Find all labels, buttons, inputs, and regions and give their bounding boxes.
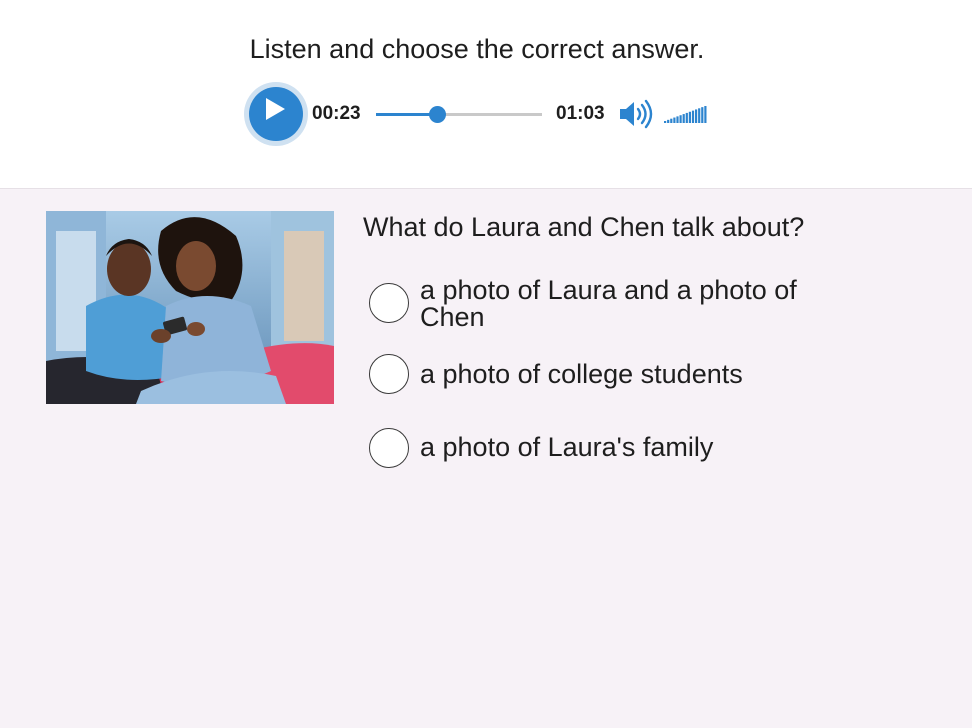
seek-bar[interactable] <box>376 106 542 123</box>
play-button[interactable] <box>244 82 308 146</box>
volume-bar[interactable] <box>688 111 691 123</box>
volume-bar[interactable] <box>685 112 688 123</box>
option-label: a photo of Laura and a photo of Chen <box>420 275 797 332</box>
current-time: 00:23 <box>312 103 361 124</box>
answer-option-2[interactable]: a photo of college students <box>369 353 869 397</box>
duration: 01:03 <box>556 103 605 124</box>
question-text: What do Laura and Chen talk about? <box>363 212 805 242</box>
volume-bar[interactable] <box>698 108 701 123</box>
conversation-photo <box>46 211 334 404</box>
speaker-icon[interactable] <box>618 99 658 129</box>
radio-button[interactable] <box>369 354 409 394</box>
volume-bar[interactable] <box>695 109 698 123</box>
instruction-header: Listen and choose the correct answer. 00… <box>0 0 972 189</box>
seek-bar-progress <box>376 113 438 116</box>
volume-bar[interactable] <box>682 114 685 123</box>
volume-bar[interactable] <box>673 117 676 123</box>
answer-option-1[interactable]: a photo of Laura and a photo of Chen <box>369 277 869 332</box>
radio-button[interactable] <box>369 283 409 323</box>
volume-bar[interactable] <box>704 106 707 123</box>
radio-button[interactable] <box>369 428 409 468</box>
audio-player: 00:23 01:03 <box>244 82 724 146</box>
volume-bar[interactable] <box>664 121 667 123</box>
option-label: a photo of college students <box>420 359 743 389</box>
play-icon <box>266 98 285 120</box>
volume-bar[interactable] <box>691 110 695 123</box>
volume-bar[interactable] <box>679 115 682 123</box>
volume-bar[interactable] <box>701 107 704 123</box>
answer-option-3[interactable]: a photo of Laura's family <box>369 427 869 471</box>
option-label: a photo of Laura's family <box>420 432 714 462</box>
instruction-text: Listen and choose the correct answer. <box>249 34 705 64</box>
volume-bar[interactable] <box>667 119 670 123</box>
volume-bar[interactable] <box>670 118 673 123</box>
seek-bar-thumb[interactable] <box>429 106 447 123</box>
volume-bars-icon[interactable] <box>662 105 708 123</box>
volume-bar[interactable] <box>676 116 679 123</box>
